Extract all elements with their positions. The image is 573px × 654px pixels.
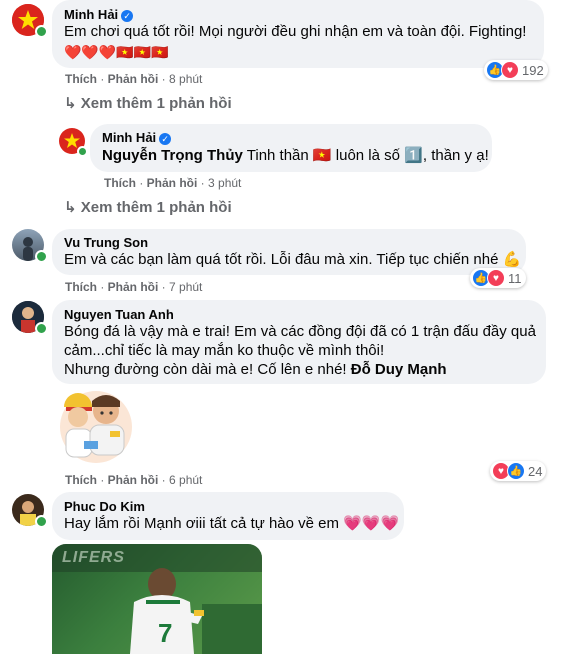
like-button[interactable]: Thích bbox=[65, 280, 97, 294]
online-indicator bbox=[35, 25, 48, 38]
vn-flag-icon: 🇻🇳 bbox=[312, 147, 332, 164]
reply-button[interactable]: Phản hồi bbox=[108, 473, 159, 487]
comment-actions: Thích · Phản hồi · 6 phút bbox=[65, 473, 203, 487]
svg-text:7: 7 bbox=[158, 618, 172, 648]
comment-text: Nguyễn Trọng Thủy Tinh thần 🇻🇳 luôn là s… bbox=[102, 147, 489, 164]
comment-author[interactable]: Vu Trung Son bbox=[64, 235, 148, 250]
comment-actions: Thích · Phản hồi · 8 phút bbox=[65, 72, 203, 86]
comment-text: Hay lắm rồi Mạnh ơiii tất cả tự hào về e… bbox=[64, 515, 400, 532]
reaction-summary[interactable]: ♥ 👍 24 bbox=[490, 461, 547, 481]
verified-badge-icon: ✓ bbox=[159, 132, 172, 145]
reply-button[interactable]: Phản hồi bbox=[108, 72, 159, 86]
reply-arrow-icon: ↳ bbox=[64, 199, 77, 216]
reaction-summary[interactable]: 👍 ♥ 192 bbox=[484, 60, 548, 80]
like-button[interactable]: Thích bbox=[65, 72, 97, 86]
reply-button[interactable]: Phản hồi bbox=[147, 176, 198, 190]
pink-heart-icon: 💗💗💗 bbox=[343, 515, 400, 532]
online-indicator bbox=[35, 515, 48, 528]
mention-link[interactable]: Nguyễn Trọng Thủy bbox=[102, 147, 243, 164]
comment-actions: Thích · Phản hồi · 7 phút bbox=[65, 280, 203, 294]
view-more-replies[interactable]: ↳ Xem thêm 1 phản hồi bbox=[64, 94, 232, 112]
comment-text: cảm...chỉ tiếc là may mắn ko thuộc về mì… bbox=[64, 342, 385, 359]
comment-author[interactable]: Minh Hải ✓ bbox=[102, 130, 172, 145]
online-indicator bbox=[35, 322, 48, 335]
photo-banner-text: LIFERS bbox=[62, 549, 125, 566]
comment-photo[interactable]: 7 LIFERS bbox=[52, 544, 262, 654]
comment-text: Em chơi quá tốt rồi! Mọi người đều ghi n… bbox=[64, 23, 527, 40]
timestamp[interactable]: 6 phút bbox=[169, 473, 202, 487]
hug-sticker bbox=[50, 385, 134, 467]
reaction-summary[interactable]: 👍 ♥ 11 bbox=[470, 268, 526, 288]
love-reaction-icon: ♥ bbox=[501, 61, 519, 79]
comment-author[interactable]: Minh Hải ✓ bbox=[64, 7, 134, 22]
comment-emojis: ❤️❤️❤️🇻🇳🇻🇳🇻🇳 bbox=[64, 44, 169, 60]
like-button[interactable]: Thích bbox=[65, 473, 97, 487]
timestamp[interactable]: 7 phút bbox=[169, 280, 202, 294]
keycap-one-icon: 1️⃣ bbox=[404, 147, 423, 164]
comment-text: Bóng đá là vậy mà e trai! Em và các đồng… bbox=[64, 323, 536, 340]
comment-actions: Thích · Phản hồi · 3 phút bbox=[104, 176, 242, 190]
comment-author[interactable]: Phuc Do Kim bbox=[64, 499, 145, 514]
timestamp[interactable]: 3 phút bbox=[208, 176, 241, 190]
mention-link[interactable]: Đỗ Duy Mạnh bbox=[351, 361, 447, 378]
online-indicator bbox=[35, 250, 48, 263]
like-reaction-icon: 👍 bbox=[507, 462, 525, 480]
reply-arrow-icon: ↳ bbox=[64, 95, 77, 112]
like-button[interactable]: Thích bbox=[104, 176, 136, 190]
online-indicator bbox=[77, 146, 88, 157]
reply-button[interactable]: Phản hồi bbox=[108, 280, 159, 294]
comment-text: Nhưng đường còn dài mà e! Cố lên e nhé! … bbox=[64, 361, 447, 378]
view-more-replies[interactable]: ↳ Xem thêm 1 phản hồi bbox=[64, 198, 232, 216]
verified-badge-icon: ✓ bbox=[121, 9, 134, 22]
comment-author[interactable]: Nguyen Tuan Anh bbox=[64, 307, 174, 322]
timestamp[interactable]: 8 phút bbox=[169, 72, 202, 86]
comment-text: Em và các bạn làm quá tốt rồi. Lỗi đâu m… bbox=[64, 251, 522, 268]
love-reaction-icon: ♥ bbox=[487, 269, 505, 287]
